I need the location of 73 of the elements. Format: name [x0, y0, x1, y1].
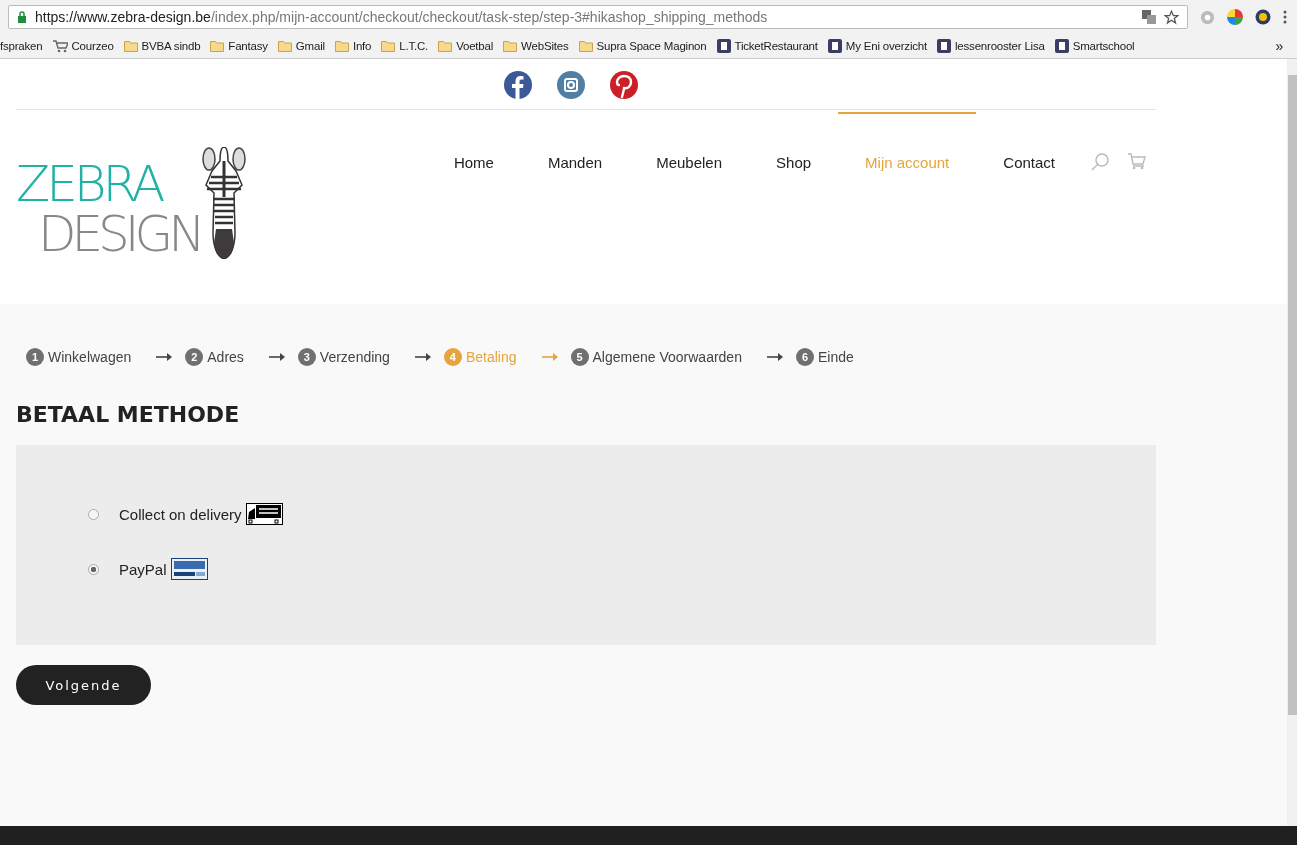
bookmark-link[interactable]: fspraken: [0, 40, 43, 52]
step-number: 2: [185, 348, 204, 366]
folder-icon: [578, 40, 593, 52]
pinterest-icon[interactable]: [610, 71, 638, 99]
bookmark-link[interactable]: Supra Space Maginon: [596, 40, 707, 52]
nav-link[interactable]: Meubelen: [629, 111, 750, 212]
step-number: 5: [570, 348, 589, 366]
step-label: Algemene Voorwaarden: [592, 349, 742, 365]
zebra-logo[interactable]: ZEBRA DESIGN: [16, 110, 247, 259]
section-heading: BETAAL METHODE: [16, 402, 241, 427]
scrollbar[interactable]: [1287, 59, 1297, 826]
step-number: 4: [443, 348, 462, 366]
arrow-icon: [766, 353, 783, 361]
bookmark-link[interactable]: WebSites: [521, 40, 569, 52]
step-label: Betaling: [465, 349, 517, 365]
address-bar[interactable]: https://www.zebra-design.be/index.php/mijn-account/checkout/checkout/task-step/step-3#hikashop_shipping_methods: [8, 5, 1188, 29]
radio-button[interactable]: [88, 508, 99, 520]
facebook-icon[interactable]: [504, 71, 532, 99]
arrow-icon: [541, 353, 558, 361]
method-label[interactable]: Collect on delivery: [119, 505, 242, 523]
logo-text: DESIGN: [38, 209, 201, 259]
folder-icon: [210, 40, 225, 52]
logo-text: ZEBRA: [16, 159, 164, 209]
folder-icon: [438, 40, 453, 52]
camera-icon[interactable]: [557, 71, 585, 99]
arrow-icon: [268, 353, 285, 361]
lock-icon: [17, 11, 27, 23]
site-icon: [937, 39, 951, 53]
step-number: 6: [795, 348, 814, 366]
nav-link[interactable]: Contact: [976, 111, 1082, 212]
folder-icon: [503, 40, 518, 52]
paypal-badge-icon: [170, 558, 208, 580]
ball-icon[interactable]: [1255, 9, 1271, 25]
step-label: Winkelwagen: [48, 349, 132, 365]
cart-icon: [52, 39, 68, 53]
site-icon: [1054, 39, 1069, 53]
step-number: 3: [297, 348, 316, 366]
method-label[interactable]: PayPal: [119, 560, 167, 578]
bookmark-link[interactable]: My Eni overzicht: [845, 40, 927, 52]
star-icon[interactable]: [1164, 9, 1179, 25]
bookmark-link[interactable]: L.T.C.: [399, 40, 429, 52]
translate-icon[interactable]: [1142, 10, 1156, 24]
url-text: https://www.zebra-design.be/index.php/mijn-account/checkout/checkout/task-step/step-3#hikashop_shipping_methods: [35, 9, 768, 25]
nav-link[interactable]: Manden: [520, 111, 630, 212]
menu-icon[interactable]: [1283, 10, 1287, 24]
bookmark-link[interactable]: Voetbal: [456, 40, 494, 52]
arrow-icon: [156, 353, 173, 361]
bookmark-link[interactable]: BVBA sindb: [141, 40, 201, 52]
folder-icon: [123, 40, 138, 52]
folder-icon: [381, 40, 396, 52]
bookmark-link[interactable]: Fantasy: [228, 40, 268, 52]
next-button[interactable]: Volgende: [16, 665, 151, 705]
step-label: Verzending: [319, 349, 390, 365]
nav-link[interactable]: Home: [426, 111, 521, 212]
nav-link[interactable]: Shop: [749, 111, 839, 212]
bookmark-link[interactable]: Smartschool: [1072, 40, 1135, 52]
bookmark-link[interactable]: lessenrooster Lisa: [955, 40, 1045, 52]
folder-icon: [334, 40, 349, 52]
arrow-icon: [414, 353, 431, 361]
bookmark-link[interactable]: TicketRestaurant: [734, 40, 818, 52]
bookmark-link[interactable]: Gmail: [295, 40, 325, 52]
radio-button[interactable]: [88, 563, 99, 575]
step-label: Adres: [207, 349, 244, 365]
more-bookmarks[interactable]: »: [1275, 38, 1283, 54]
site-icon: [827, 39, 842, 53]
truck-icon: [245, 503, 283, 525]
folder-icon: [277, 40, 292, 52]
bookmark-link[interactable]: Info: [352, 40, 372, 52]
color-wheel-icon[interactable]: [1227, 9, 1243, 25]
site-icon: [716, 39, 731, 53]
bookmark-link[interactable]: Courzeo: [71, 40, 114, 52]
step-label: Einde: [817, 349, 854, 365]
step-number: 1: [26, 348, 44, 366]
